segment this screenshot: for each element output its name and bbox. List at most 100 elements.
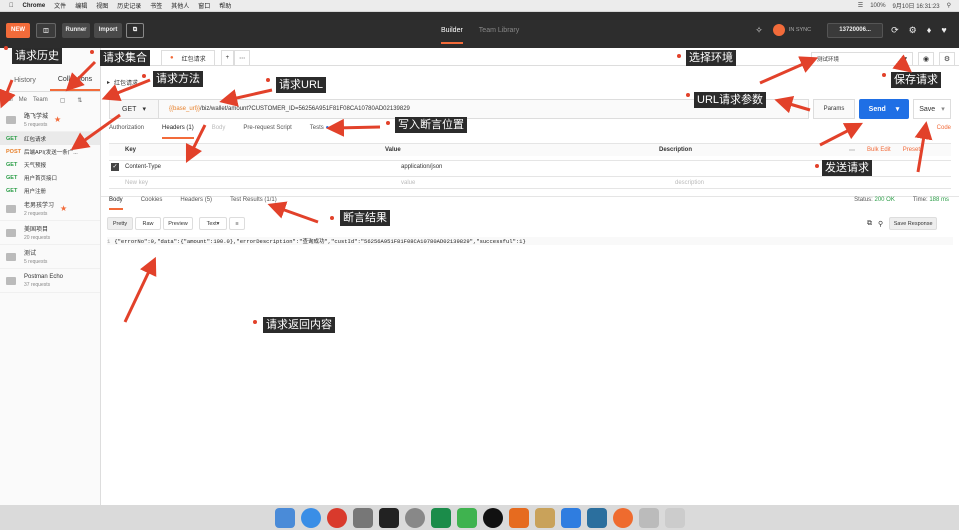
menu-item-file[interactable]: 文件 xyxy=(54,1,66,10)
menu-item-edit[interactable]: 编辑 xyxy=(75,1,87,10)
tab-builder[interactable]: Builder xyxy=(441,17,463,44)
method-select[interactable]: GET ▾ xyxy=(109,99,159,119)
header-key[interactable]: Content-Type xyxy=(125,164,401,170)
screen-app-icon[interactable] xyxy=(586,507,607,528)
launchpad-icon[interactable] xyxy=(404,507,425,528)
collection-item[interactable]: 测试 5 requests xyxy=(0,245,100,269)
postman-icon[interactable] xyxy=(612,507,633,528)
tab-response-body[interactable]: Body xyxy=(109,197,123,210)
collection-item[interactable]: Postman Echo 37 requests xyxy=(0,269,100,293)
tab-authorization[interactable]: Authorization xyxy=(109,125,144,139)
menu-item-window[interactable]: 窗口 xyxy=(198,1,210,10)
all-filter[interactable]: All xyxy=(6,97,13,103)
more-icon[interactable]: ⋯ xyxy=(849,147,855,154)
heart-icon[interactable]: ♥ xyxy=(941,25,946,35)
refresh-icon[interactable]: ⟳ xyxy=(891,25,899,36)
new-desc-input[interactable]: description xyxy=(675,180,704,186)
collection-item[interactable]: 路飞学城 5 requests ★ xyxy=(0,108,100,132)
sort-icon[interactable]: ⇅ xyxy=(77,97,82,104)
tab-body[interactable]: Body xyxy=(212,125,226,139)
send-button[interactable]: Send ▾ xyxy=(859,99,909,119)
request-item[interactable]: GET 天气预报 xyxy=(0,158,100,171)
clock[interactable]: 9月10日 16:31:23 xyxy=(893,1,940,10)
interceptor-icon[interactable]: ✧ xyxy=(755,25,763,36)
tab-collections[interactable]: Collections xyxy=(50,70,100,91)
checkbox-icon[interactable]: ✓ xyxy=(111,163,119,171)
toggle-sidebar-icon[interactable]: ◫ xyxy=(36,22,56,38)
code-link[interactable]: Code xyxy=(937,125,951,139)
tab-cookies[interactable]: Cookies xyxy=(141,197,163,210)
runner-button[interactable]: Runner xyxy=(62,22,90,38)
header-value[interactable]: application/json xyxy=(401,164,675,170)
menu-item-view[interactable]: 视图 xyxy=(96,1,108,10)
tab-tests[interactable]: Tests ● xyxy=(310,125,329,139)
save-response-button[interactable]: Save Response xyxy=(889,217,938,230)
request-item[interactable]: GET 用户注册 xyxy=(0,184,100,197)
wechat-icon[interactable] xyxy=(456,507,477,528)
menu-item-history[interactable]: 历史记录 xyxy=(117,1,141,10)
star-icon[interactable]: ★ xyxy=(54,115,61,124)
new-value-input[interactable]: value xyxy=(401,180,675,186)
copy-icon[interactable]: ⧉ xyxy=(867,220,872,228)
pretty-button[interactable]: Pretty xyxy=(107,217,133,230)
request-item[interactable]: GET 用户首页接口 xyxy=(0,171,100,184)
menu-item-bookmarks[interactable]: 书签 xyxy=(150,1,162,10)
pen-app-icon[interactable] xyxy=(560,507,581,528)
tab-team-library[interactable]: Team Library xyxy=(479,27,519,34)
wrap-icon[interactable]: ≡ xyxy=(229,217,245,230)
preview-button[interactable]: Preview xyxy=(163,217,193,230)
account-dropdown[interactable]: 13720006... xyxy=(827,22,884,38)
tab-response-headers[interactable]: Headers (5) xyxy=(180,197,212,210)
tab-headers[interactable]: Headers (1) xyxy=(162,125,194,139)
params-button[interactable]: Params xyxy=(813,99,855,119)
wifi-icon[interactable]: ☰ xyxy=(858,2,863,9)
chevron-down-icon[interactable]: ▾ xyxy=(941,105,945,113)
terminal-icon[interactable] xyxy=(378,507,399,528)
safari-icon[interactable] xyxy=(300,507,321,528)
gear-icon[interactable]: ⚙ xyxy=(939,52,955,66)
format-select[interactable]: Text ▾ xyxy=(199,217,227,230)
folder-app-icon[interactable] xyxy=(638,507,659,528)
tab-test-results[interactable]: Test Results (1/1) xyxy=(230,197,277,210)
new-key-input[interactable]: New key xyxy=(109,180,401,186)
star-icon[interactable]: ★ xyxy=(60,204,67,213)
menu-item-help[interactable]: 帮助 xyxy=(219,1,231,10)
pycharm-icon[interactable] xyxy=(430,507,451,528)
menu-item-people[interactable]: 其他人 xyxy=(171,1,189,10)
qq-icon[interactable] xyxy=(482,507,503,528)
tab-history[interactable]: History xyxy=(0,70,50,91)
new-folder-icon[interactable]: ▢ xyxy=(60,97,66,104)
raw-button[interactable]: Raw xyxy=(135,217,161,230)
request-item[interactable]: GET 红包请求 xyxy=(0,132,100,145)
notification-icon[interactable]: ♦ xyxy=(927,25,932,35)
more-tabs-icon[interactable]: ⋯ xyxy=(234,50,251,65)
new-window-icon[interactable]: ⧉ xyxy=(126,22,144,38)
save-button[interactable]: Save ▾ xyxy=(913,99,951,119)
eye-icon[interactable]: ◉ xyxy=(918,52,934,66)
system-preferences-icon[interactable] xyxy=(352,507,373,528)
finder-icon[interactable] xyxy=(274,507,295,528)
add-tab-icon[interactable]: + xyxy=(220,50,235,65)
collection-item[interactable]: 老男孩学习 2 requests ★ xyxy=(0,197,100,221)
request-item[interactable]: POST 后端API(发送一条广... xyxy=(0,145,100,158)
chevron-down-icon[interactable]: ▾ xyxy=(896,105,900,113)
import-button[interactable]: Import xyxy=(94,22,122,38)
menu-app-name[interactable]: Chrome xyxy=(23,3,46,9)
environment-select[interactable]: 测试环境 ▾ xyxy=(811,52,913,66)
sublime-icon[interactable] xyxy=(508,507,529,528)
apple-icon[interactable]:  xyxy=(9,3,14,9)
caret-right-icon[interactable]: ▸ xyxy=(107,79,110,86)
collection-item[interactable]: 美国项目 20 requests xyxy=(0,221,100,245)
filter-me[interactable]: Me xyxy=(19,97,27,103)
trash-icon[interactable] xyxy=(664,507,685,528)
filter-team[interactable]: Team xyxy=(33,97,48,103)
presets-link[interactable]: Presets xyxy=(903,147,923,153)
chrome-icon[interactable] xyxy=(326,507,347,528)
response-body[interactable]: 1 {"errorNo":0,"data":{"amount":100.0},"e… xyxy=(107,237,953,245)
search-icon[interactable]: ⚲ xyxy=(947,2,951,9)
tab-pre-request[interactable]: Pre-request Script xyxy=(243,125,291,139)
bulk-edit-link[interactable]: Bulk Edit xyxy=(867,147,891,153)
request-tab[interactable]: ● 红包请求 xyxy=(161,50,215,65)
settings-icon[interactable]: ⚙ xyxy=(909,25,917,36)
sequel-icon[interactable] xyxy=(534,507,555,528)
